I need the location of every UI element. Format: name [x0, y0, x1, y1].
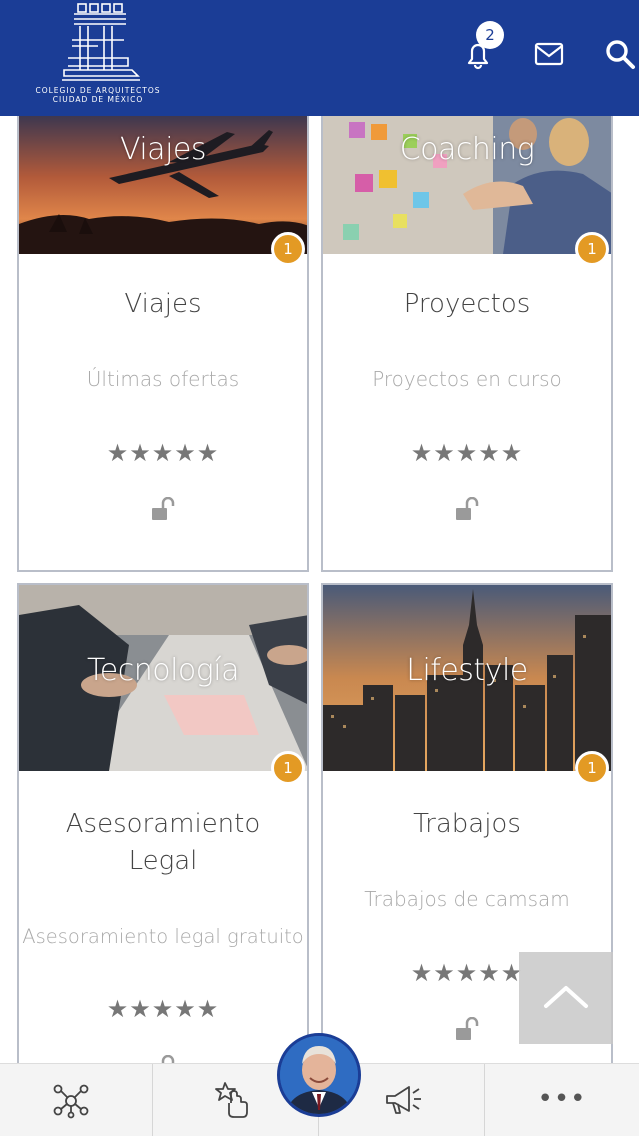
top-header: COLEGIO DE ARQUITECTOS CIUDAD DE MÉXICO …: [0, 0, 639, 116]
building-logo-icon: [62, 3, 140, 81]
star-rating[interactable]: ★★★★★: [19, 439, 307, 467]
category-card-proyectos[interactable]: Coaching 1 Proyectos Proyectos en curso …: [321, 116, 613, 572]
count-badge: 1: [271, 751, 305, 785]
person-photo: [280, 1036, 358, 1114]
card-subtitle: Proyectos en curso: [372, 367, 562, 391]
logo-text-line1: COLEGIO DE ARQUITECTOS: [35, 86, 161, 95]
unlock-icon[interactable]: [151, 496, 177, 523]
card-title: Viajes: [124, 289, 202, 319]
card-title: Proyectos: [403, 289, 531, 319]
card-image-lifestyle: Lifestyle: [323, 585, 611, 771]
count-badge: 1: [271, 232, 305, 266]
count-badge: 1: [575, 751, 609, 785]
card-title-line1: Asesoramiento: [65, 809, 261, 839]
star-rating[interactable]: ★★★★★: [323, 439, 611, 467]
app-screen: COLEGIO DE ARQUITECTOS CIUDAD DE MÉXICO …: [0, 0, 639, 1136]
image-label: Coaching: [399, 132, 535, 167]
nav-more[interactable]: •••: [485, 1064, 639, 1136]
nav-network[interactable]: [0, 1064, 153, 1136]
more-icon: •••: [537, 1084, 587, 1114]
college-logo[interactable]: COLEGIO DE ARQUITECTOS CIUDAD DE MÉXICO: [28, 0, 168, 108]
image-label: Tecnología: [87, 653, 239, 688]
unlock-icon[interactable]: [455, 496, 481, 523]
unlock-icon[interactable]: [455, 1016, 481, 1043]
image-label: Viajes: [119, 132, 207, 167]
scroll-to-top-button[interactable]: [519, 952, 613, 1044]
touch-icon: [215, 1082, 248, 1118]
card-image-travel: Viajes: [19, 116, 307, 254]
unlock-icon[interactable]: [151, 1054, 177, 1063]
image-label: Lifestyle: [406, 653, 528, 688]
profile-avatar[interactable]: [277, 1033, 361, 1117]
megaphone-icon: [386, 1086, 421, 1114]
card-subtitle: Trabajos de camsam: [364, 887, 570, 911]
count-badge: 1: [575, 232, 609, 266]
card-subtitle: Últimas ofertas: [86, 367, 240, 391]
card-subtitle: Asesoramiento legal gratuito: [22, 925, 304, 948]
search-icon[interactable]: [602, 36, 638, 72]
logo-text-line2: CIUDAD DE MÉXICO: [52, 95, 144, 104]
mail-icon[interactable]: [531, 36, 567, 72]
card-image-coaching: Coaching: [323, 116, 611, 254]
notification-count-badge: 2: [476, 21, 504, 49]
category-grid[interactable]: Viajes 1 Viajes Últimas ofertas ★★★★★ Co…: [0, 116, 639, 1063]
card-title-line2: Legal: [128, 846, 198, 876]
chevron-up-icon: [544, 986, 588, 1008]
star-rating[interactable]: ★★★★★: [19, 995, 307, 1023]
card-image-technology: Tecnología: [19, 585, 307, 771]
card-title: Trabajos: [413, 809, 521, 839]
category-card-viajes[interactable]: Viajes 1 Viajes Últimas ofertas ★★★★★: [17, 116, 309, 572]
category-card-asesoramiento-legal[interactable]: Tecnología 1 Asesoramiento Legal Asesora…: [17, 583, 309, 1063]
network-icon: [53, 1084, 89, 1119]
